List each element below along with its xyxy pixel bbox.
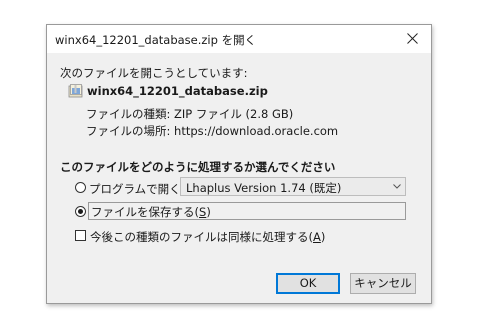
radio-selected-dot (78, 209, 83, 214)
open-with-radio[interactable] (75, 182, 86, 193)
ok-button[interactable]: OK (276, 273, 340, 294)
chevron-down-icon (393, 184, 401, 189)
dialog-titlebar[interactable]: winx64_12201_database.zip を開く (47, 25, 431, 53)
app-select-value: Lhaplus Version 1.74 (既定) (186, 181, 342, 195)
dialog-title: winx64_12201_database.zip を開く (55, 33, 257, 47)
file-name: winx64_12201_database.zip (87, 84, 268, 98)
file-type-value: ZIP ファイル (2.8 GB) (174, 107, 294, 121)
question-heading: このファイルをどのように処理するか選んでください (60, 160, 336, 174)
zip-file-icon (68, 84, 83, 98)
intro-text: 次のファイルを開こうとしています: (60, 66, 248, 80)
save-file-label[interactable]: ファイルを保存する(S) (91, 204, 211, 220)
file-location-value: https://download.oracle.com (174, 124, 339, 138)
remember-label[interactable]: 今後この種類のファイルは同様に処理する(A) (90, 229, 325, 245)
save-file-radio[interactable] (75, 206, 86, 217)
file-type-label: ファイルの種類: (86, 107, 171, 121)
save-file-option[interactable]: ファイルを保存する(S) (88, 202, 406, 220)
file-location-label: ファイルの場所: (86, 124, 171, 138)
file-location-row: ファイルの場所: https://download.oracle.com (86, 123, 338, 139)
close-button[interactable] (399, 27, 427, 51)
file-open-dialog: winx64_12201_database.zip を開く 次のファイルを開こう… (46, 24, 432, 304)
cancel-button[interactable]: キャンセル (350, 273, 416, 294)
app-select-dropdown[interactable]: Lhaplus Version 1.74 (既定) (180, 177, 406, 196)
remember-checkbox[interactable] (75, 230, 86, 241)
file-type-row: ファイルの種類: ZIP ファイル (2.8 GB) (86, 106, 293, 122)
close-icon (407, 33, 418, 44)
